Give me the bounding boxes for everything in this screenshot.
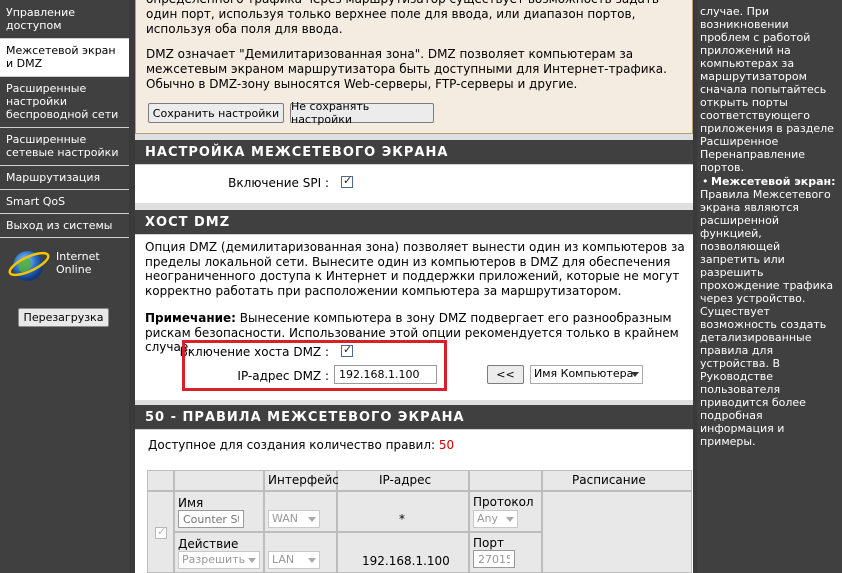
dmz-host-section: ХОСТ DMZ Опция DMZ (демилитаризованная з… xyxy=(135,210,693,400)
rules-table: Интерфейс IP-адрес Расписание Имя Действ… xyxy=(147,470,692,573)
table-header-cell xyxy=(174,470,264,491)
rule-action-value: Разрешить xyxy=(182,553,246,566)
sidebar-item-routing[interactable]: Маршрутизация xyxy=(0,166,129,190)
table-header-cell xyxy=(469,470,542,491)
rule-enable-checkbox[interactable] xyxy=(155,525,167,539)
firewall-rules-section: 50 - ПРАВИЛА МЕЖСЕТЕВОГО ЭКРАНА Доступно… xyxy=(135,405,693,573)
rules-available-count: 50 xyxy=(438,438,455,452)
firewall-settings-section: НАСТРОЙКА МЕЖСЕТЕВОГО ЭКРАНА Включение S… xyxy=(135,140,693,203)
dont-save-settings-button[interactable]: Не сохранять настройки xyxy=(290,100,434,126)
rule-protocol-select[interactable]: Any xyxy=(473,510,518,528)
rule-protocol-value: Any xyxy=(477,512,499,525)
firewall-settings-header: НАСТРОЙКА МЕЖСЕТЕВОГО ЭКРАНА xyxy=(135,140,693,165)
sidebar-item-firewall-dmz[interactable]: Межсетевой экран и DMZ xyxy=(0,39,129,77)
save-settings-button[interactable]: Сохранить настройки xyxy=(148,103,284,123)
rule-ip-wan: * xyxy=(399,512,405,526)
rules-available: Доступное для создания количество правил… xyxy=(148,438,454,452)
bullet-icon: • xyxy=(702,175,709,188)
spi-label: Включение SPI : xyxy=(228,176,329,190)
chevron-down-icon xyxy=(308,558,316,563)
intro-paragraph-dmz: DMZ означает "Демилитаризованная зона". … xyxy=(146,47,667,91)
sidebar-item-access-control[interactable]: Управление доступом xyxy=(0,0,129,39)
rule-port-input[interactable] xyxy=(473,550,515,568)
copy-ip-button[interactable]: << xyxy=(487,365,524,384)
computer-name-select[interactable]: Имя Компьютера xyxy=(530,365,643,384)
rule-name-label: Имя xyxy=(178,496,204,510)
chevron-down-icon xyxy=(248,558,256,563)
logo-line-2: Online xyxy=(56,263,92,276)
sidebar: Управление доступом Межсетевой экран и D… xyxy=(0,0,129,573)
dmz-ip-label: IP-адрес DMZ : xyxy=(237,369,329,383)
intro-box: определенного трафика через маршрутизато… xyxy=(135,0,693,134)
table-cell-schedule xyxy=(542,491,692,573)
computer-name-select-value: Имя Компьютера xyxy=(534,367,634,380)
main-content: определенного трафика через маршрутизато… xyxy=(135,0,693,573)
chevron-down-icon xyxy=(308,517,316,522)
column-header-schedule: Расписание xyxy=(572,473,646,487)
logo-text: Internet Online xyxy=(56,250,100,276)
spi-checkbox[interactable] xyxy=(341,174,353,188)
dmz-enable-checkbox[interactable] xyxy=(341,343,353,357)
rule-action-label: Действие xyxy=(178,537,239,551)
rule-interface-lan-select[interactable]: LAN xyxy=(268,551,320,569)
chevron-down-icon xyxy=(506,517,514,522)
rule-action-select[interactable]: Разрешить xyxy=(178,551,260,569)
rule-port-label: Порт xyxy=(473,536,504,550)
rule-protocol-label: Протокол xyxy=(473,495,534,509)
help-text-top: случае. При возникновении проблем с рабо… xyxy=(700,5,834,174)
help-item-firewall: • Межсетевой экран: Правила Межсетевого … xyxy=(700,175,838,448)
column-header-interface: Интерфейс xyxy=(268,473,339,487)
rule-ip-lan: 192.168.1.100 xyxy=(362,554,450,568)
sidebar-item-smart-qos[interactable]: Smart QoS xyxy=(0,190,129,214)
dmz-description: Опция DMZ (демилитаризованная зона) позв… xyxy=(145,240,685,298)
firewall-rules-header: 50 - ПРАВИЛА МЕЖСЕТЕВОГО ЭКРАНА xyxy=(135,405,693,430)
sidebar-item-advanced-wireless[interactable]: Расширенные настройки беспроводной сети xyxy=(0,77,129,128)
rule-interface-lan-value: LAN xyxy=(272,553,295,566)
help-firewall-title: Межсетевой экран: xyxy=(711,175,836,188)
rule-interface-wan-value: WAN xyxy=(272,512,299,525)
column-header-ip: IP-адрес xyxy=(379,473,432,487)
rules-available-label: Доступное для создания количество правил… xyxy=(148,438,436,452)
dmz-note-label: Примечание: xyxy=(145,311,236,325)
rule-interface-wan-select[interactable]: WAN xyxy=(268,510,320,528)
internet-online-logo: Internet Online xyxy=(6,244,124,284)
help-panel: случае. При возникновении проблем с рабо… xyxy=(697,0,842,573)
dmz-host-header: ХОСТ DMZ xyxy=(135,210,693,235)
sidebar-item-logout[interactable]: Выход из системы xyxy=(0,214,129,238)
help-firewall-text: Правила Межсетевого экрана являются расш… xyxy=(700,188,834,448)
dmz-ip-input[interactable] xyxy=(334,365,437,384)
sidebar-item-advanced-network[interactable]: Расширенные сетевые настройки xyxy=(0,128,129,166)
intro-paragraph-ports: определенного трафика через маршрутизато… xyxy=(146,0,659,36)
logo-line-1: Internet xyxy=(56,250,100,263)
reboot-button[interactable]: Перезагрузка xyxy=(18,308,109,327)
chevron-down-icon xyxy=(631,372,639,377)
dmz-enable-label: Включение хоста DMZ : xyxy=(179,345,329,359)
rule-name-input[interactable] xyxy=(178,510,244,528)
globe-icon xyxy=(8,251,50,281)
table-header-cell xyxy=(147,470,174,491)
sidebar-menu: Управление доступом Межсетевой экран и D… xyxy=(0,0,129,238)
